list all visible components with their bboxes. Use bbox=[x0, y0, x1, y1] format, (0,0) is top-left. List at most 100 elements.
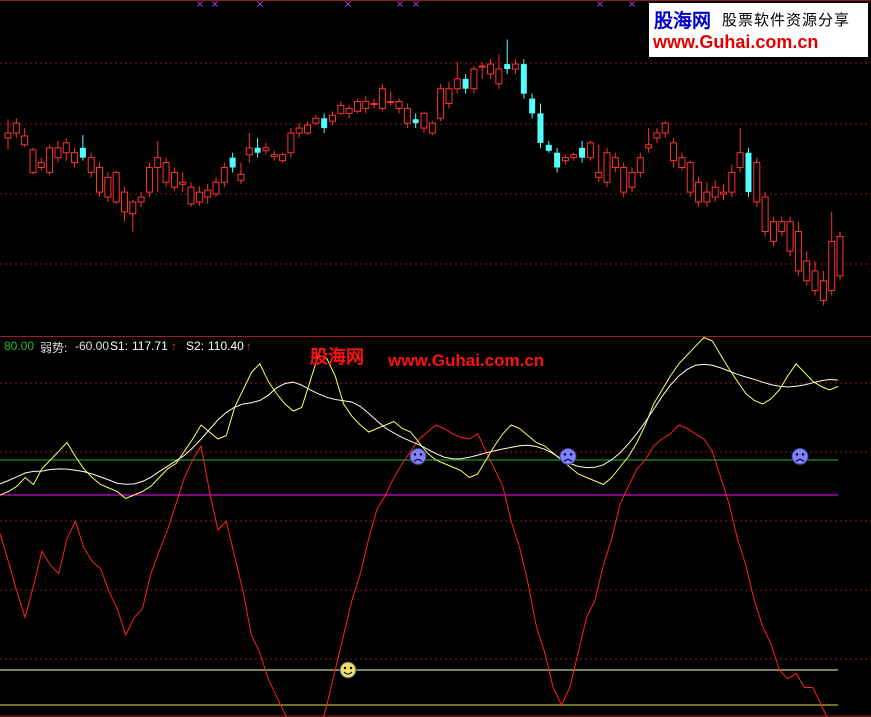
candle-body-up bbox=[237, 173, 245, 181]
candle-body-up bbox=[778, 221, 786, 233]
candle-body-up bbox=[212, 181, 220, 195]
candle-body-up bbox=[678, 157, 686, 169]
series-white-line bbox=[0, 363, 839, 485]
candle-body-up bbox=[378, 88, 386, 109]
candle-body-up bbox=[179, 181, 187, 185]
watermark-tagline: 股票软件资源分享 bbox=[722, 11, 851, 29]
candle-body-up bbox=[695, 181, 703, 203]
candle-body-up bbox=[761, 196, 769, 233]
candle-body-up bbox=[162, 162, 170, 183]
candle-body-up bbox=[828, 240, 836, 292]
candle-body-up bbox=[628, 171, 636, 188]
candle-body-up bbox=[403, 107, 411, 124]
candle-body-up bbox=[661, 122, 669, 134]
candle-body-down bbox=[529, 98, 536, 114]
candle-body-up bbox=[636, 157, 644, 173]
chart-stage: × × × × × × × × 股海网 股票软件资源分享 www.Guhai.com.cn 8… bbox=[0, 0, 871, 717]
candle-body-up bbox=[120, 191, 128, 213]
candle-body-down bbox=[504, 64, 511, 70]
candle-body-up bbox=[112, 171, 120, 203]
candle-body-up bbox=[428, 122, 436, 134]
candle-body-down bbox=[462, 78, 469, 89]
candle-body-up bbox=[769, 221, 777, 242]
candle-body-up bbox=[611, 157, 619, 169]
candle-body-up bbox=[12, 122, 20, 134]
candle-body-up bbox=[262, 147, 270, 152]
s1-label: S1: bbox=[110, 339, 129, 353]
candle-body-up bbox=[512, 63, 520, 70]
candle-body-up bbox=[686, 162, 694, 193]
candle-body-up bbox=[786, 221, 794, 252]
candle-body-down bbox=[579, 147, 586, 158]
candle-body-up bbox=[195, 191, 203, 203]
candle-body-down bbox=[412, 119, 419, 124]
candle-body-up bbox=[345, 107, 353, 114]
face-eye bbox=[343, 666, 347, 670]
top-marker-icon: × bbox=[256, 0, 264, 10]
candle-body-down bbox=[554, 152, 561, 168]
candle-body-up bbox=[279, 154, 287, 162]
candle-body-up bbox=[470, 68, 478, 90]
candle-body-up bbox=[395, 101, 403, 109]
watermark-logo: 股海网 bbox=[654, 10, 712, 32]
candle-body-up bbox=[4, 132, 12, 139]
candle-body-up bbox=[603, 152, 611, 183]
candle-body-up bbox=[595, 171, 603, 178]
top-marker-icon: × bbox=[211, 0, 219, 10]
candle-body-up bbox=[478, 65, 486, 68]
candle-body-up bbox=[353, 101, 361, 112]
candle-body-up bbox=[312, 117, 320, 124]
top-marker-icon: × bbox=[396, 0, 404, 10]
s2-value: 110.40 bbox=[208, 339, 244, 353]
candle-body-up bbox=[445, 88, 453, 104]
smile-icon bbox=[339, 661, 357, 679]
candle-body-up bbox=[753, 162, 761, 203]
candle-body-up bbox=[71, 152, 79, 164]
candle-body-up bbox=[29, 149, 37, 173]
candle-body-down bbox=[254, 147, 261, 153]
candle-body-up bbox=[720, 191, 728, 195]
candle-body-up bbox=[620, 167, 628, 193]
candle-body-up bbox=[220, 167, 228, 183]
candle-body-up bbox=[794, 231, 802, 272]
candle-body-up bbox=[104, 176, 112, 198]
candle-body-up bbox=[703, 191, 711, 203]
face-eye bbox=[563, 453, 567, 456]
candle-body-down bbox=[321, 118, 328, 129]
candle-body-up bbox=[129, 201, 137, 215]
candle-body-up bbox=[187, 186, 195, 205]
candle-body-up bbox=[370, 102, 378, 105]
candle-body-down bbox=[229, 157, 236, 168]
candle-body-up bbox=[287, 132, 295, 154]
candle-body-up bbox=[711, 186, 719, 198]
candle-body-up bbox=[337, 104, 345, 114]
candle-body-up bbox=[645, 144, 653, 149]
face-eye bbox=[413, 453, 417, 456]
watermark-banner: 股海网 股票软件资源分享 www.Guhai.com.cn bbox=[649, 3, 868, 57]
candle-body-up bbox=[204, 189, 212, 198]
candle-body-up bbox=[387, 101, 395, 104]
face-eye bbox=[801, 453, 805, 456]
frown-icon bbox=[409, 448, 427, 465]
frown-icon bbox=[559, 448, 577, 465]
s2-arrow-up-icon: ↑ bbox=[246, 339, 252, 353]
candle-body-up bbox=[362, 101, 370, 109]
face-eye bbox=[795, 453, 799, 456]
candle-body-up bbox=[495, 68, 503, 85]
candle-body-up bbox=[803, 260, 811, 282]
frown-icon bbox=[791, 448, 809, 465]
candle-body-up bbox=[21, 135, 29, 146]
candle-body-up bbox=[145, 167, 153, 193]
candle-body-down bbox=[745, 152, 752, 193]
candle-body-up bbox=[811, 270, 819, 292]
candle-body-up bbox=[295, 127, 303, 134]
candle-body-up bbox=[270, 154, 278, 158]
candle-body-down bbox=[537, 113, 544, 143]
candle-body-up bbox=[304, 124, 312, 134]
indicator-level-label: 80.00 bbox=[4, 339, 35, 353]
candle-body-down bbox=[520, 64, 527, 94]
face-eye bbox=[419, 453, 423, 456]
watermark2-url: www.Guhai.com.cn bbox=[388, 351, 545, 370]
s1-value: 117.71 bbox=[132, 339, 168, 353]
top-marker-icon: × bbox=[196, 0, 204, 10]
